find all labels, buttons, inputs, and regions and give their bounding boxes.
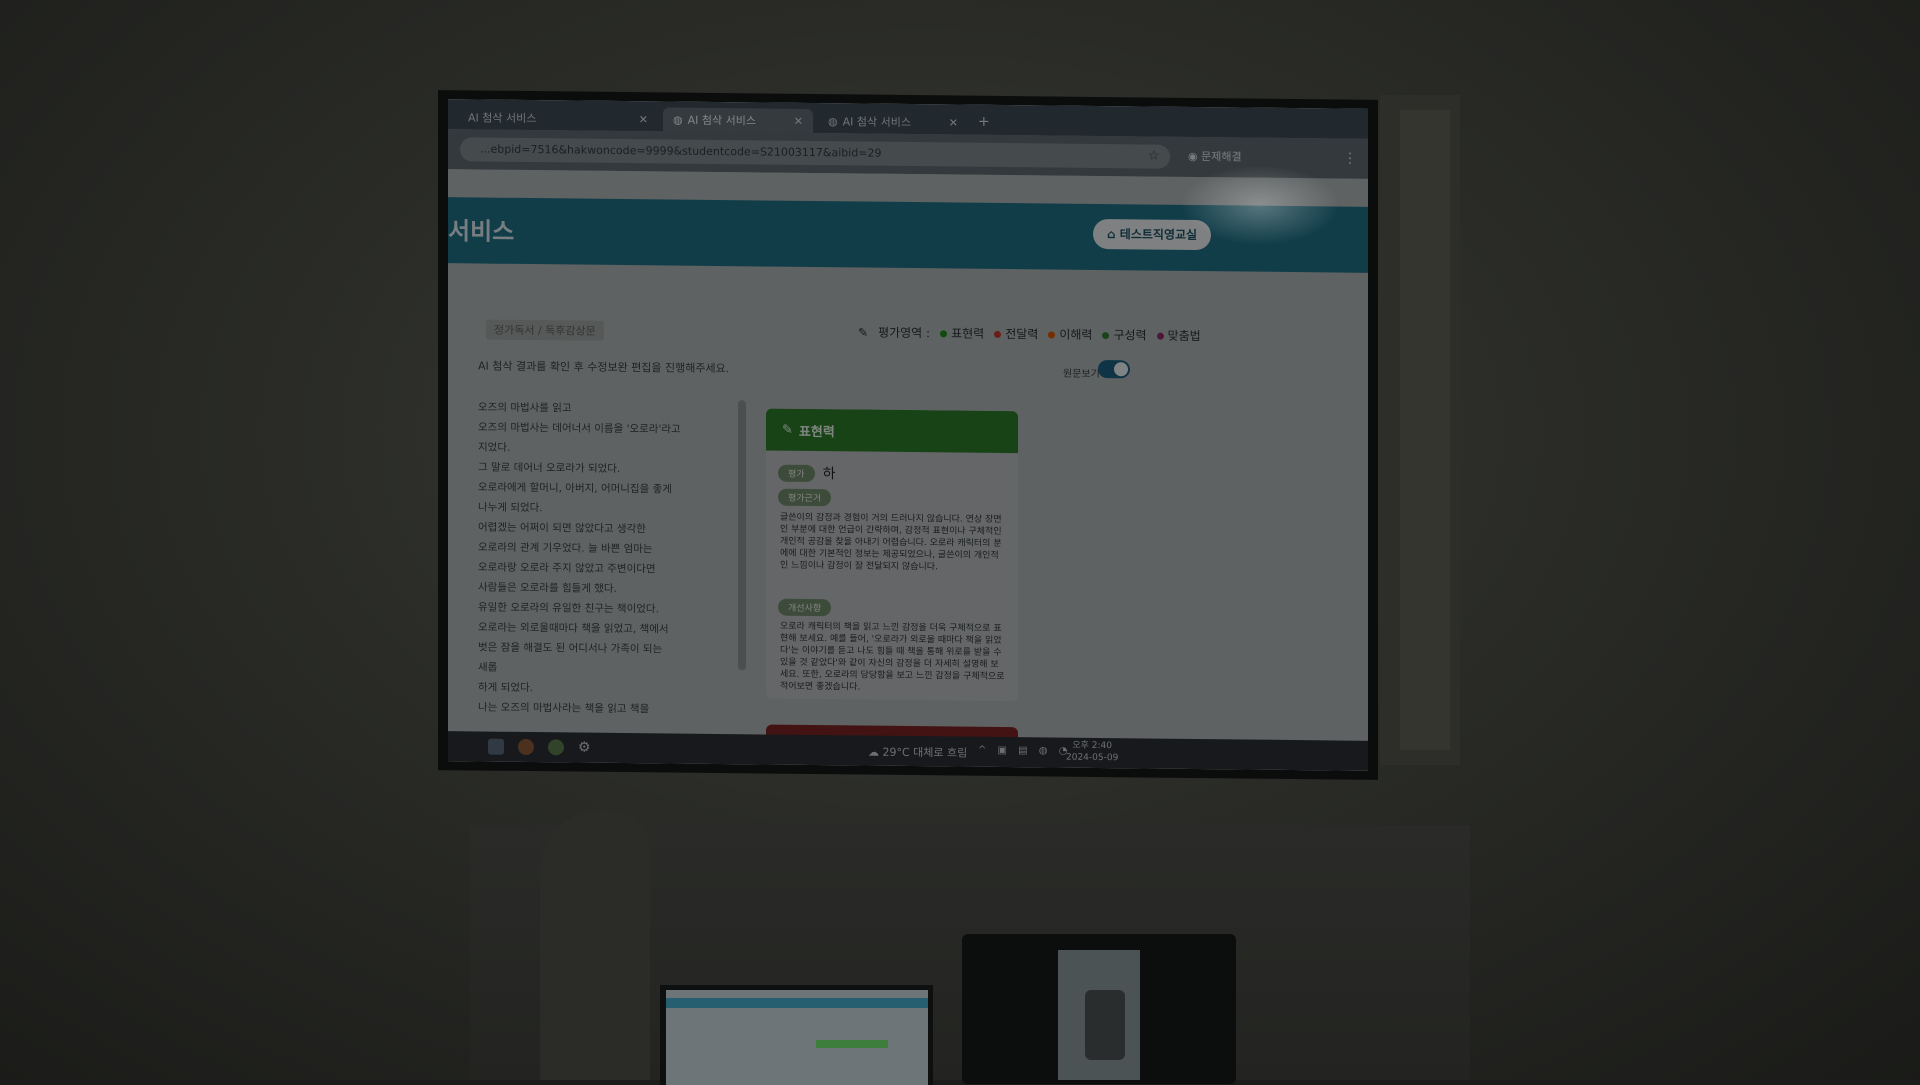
cloud-icon: ☁: [868, 745, 883, 759]
eval-item-delivery[interactable]: 전달력: [994, 325, 1038, 342]
essay-line: 하게 되었다.: [478, 681, 533, 695]
eval-item-label: 구성력: [1113, 328, 1147, 343]
essay-line: 나누게 되었다.: [478, 501, 543, 515]
laptop-card: [816, 1040, 888, 1048]
pencil-icon: ✎: [782, 422, 793, 438]
service-title: 서비스: [448, 217, 515, 246]
eval-item-structure[interactable]: 구성력: [1102, 326, 1147, 343]
smartphone: [1085, 990, 1125, 1060]
grade-value: 하: [822, 466, 836, 483]
essay-line: 오로라에게 할머니, 아버지, 어머니집을 좋게: [478, 481, 672, 496]
eval-item-label: 맞춤법: [1167, 328, 1201, 344]
essay-line: 그 말로 데어너 오로라가 되었다.: [478, 461, 621, 475]
essay-line: 나는 오즈의 마법사라는 책을 읽고 책을: [478, 701, 650, 716]
screen-glare: [1180, 165, 1340, 245]
dot-icon: [1102, 332, 1110, 340]
instruction-text: AI 첨삭 결과를 확인 후 수정보완 편집을 진행해주세요.: [478, 359, 730, 376]
eval-item-label: 표현력: [951, 326, 985, 341]
close-icon[interactable]: ✕: [794, 114, 803, 127]
time-text: 오후 2:40: [1072, 740, 1112, 752]
close-icon[interactable]: ✕: [639, 113, 648, 126]
new-tab-icon[interactable]: +: [978, 114, 990, 130]
weather-widget[interactable]: ☁ 29°C 대체로 흐림: [868, 744, 967, 761]
breadcrumb: 정가독서 / 독후감상문: [486, 319, 604, 341]
weather-text: 29°C 대체로 흐림: [882, 745, 968, 760]
eval-item-spelling[interactable]: 맞춤법: [1156, 327, 1201, 344]
tab-label: AI 첨삭 서비스: [842, 115, 911, 130]
tab-label: AI 첨삭 서비스: [468, 111, 537, 126]
clock[interactable]: 오후 2:40 2024-05-09: [1066, 740, 1118, 765]
dot-icon: [1048, 331, 1056, 339]
date-text: 2024-05-09: [1066, 752, 1119, 764]
dot-icon: [994, 330, 1002, 338]
basis-tag: 평가근거: [778, 488, 832, 507]
dot-icon: [940, 330, 948, 338]
gear-icon[interactable]: ⚙: [578, 740, 594, 756]
feedback-card-expression: ✎ 표현력 평가 하 평가근거 글쓴이의 감정과 경험이 거의 드러나지 않습니…: [766, 408, 1018, 702]
eval-item-comprehension[interactable]: 이해력: [1048, 325, 1092, 342]
browser-tab-2[interactable]: ◍ AI 첨삭 서비스 ✕: [663, 107, 813, 134]
essay-line: 오즈의 마법사를 읽고: [478, 401, 572, 415]
basis-text[interactable]: 글쓴이의 감정과 경험이 거의 드러나지 않습니다. 연상 장면인 부분에 대한…: [780, 512, 1006, 574]
person-silhouette: [540, 810, 650, 1080]
dot-icon: [1156, 332, 1164, 340]
profile-chip[interactable]: ◉ 문제해결: [1188, 145, 1242, 170]
web-page: 서비스 ⌂ 테스트직영교실 정가독서 / 독후감상문 ✎ 평가영역 : 표현력 …: [448, 169, 1368, 742]
home-icon: ⌂: [1107, 227, 1120, 242]
card-header: ✎ 표현력: [766, 408, 1018, 454]
grade-tag: 평가: [778, 464, 815, 482]
eval-item-label: 이해력: [1059, 327, 1093, 342]
essay-line: 새롭: [478, 661, 498, 674]
essay-line: 유일한 오로라의 유일한 친구는 책이었다.: [478, 601, 659, 616]
essay-line: 오로라는 외로울때마다 책을 읽었고, 책에서: [478, 621, 669, 636]
pencil-icon: ✎: [858, 324, 869, 340]
chrome-icon[interactable]: [548, 739, 564, 756]
laptop-screen: [666, 990, 928, 1085]
original-toggle-label: 원문보기: [1063, 368, 1100, 381]
globe-icon: ◍: [828, 114, 838, 128]
eval-item-label: 전달력: [1005, 327, 1039, 342]
essay-line: 사람들은 오로라를 힘들게 했다.: [478, 581, 617, 595]
laptop-banner: [666, 998, 928, 1008]
essay-line: 오로라랑 오로라 주지 않았고 주변이다면: [478, 561, 656, 576]
wall-panel-inner: [1400, 110, 1450, 750]
classroom-label: 테스트직영교실: [1119, 227, 1198, 243]
original-view-toggle[interactable]: [1098, 359, 1130, 379]
chrome-icon[interactable]: [518, 738, 534, 756]
essay-line: 벗은 잠을 해결도 된 어디서나 가족이 되는: [478, 641, 663, 656]
eval-item-expression[interactable]: 표현력: [940, 324, 984, 341]
profile-icon: ◉: [1188, 149, 1202, 164]
bookmark-star-icon[interactable]: ☆: [1148, 145, 1160, 169]
essay-line: 어렵겠는 어쩌이 되면 않았다고 생각한: [478, 521, 646, 536]
eval-area-legend: ✎ 평가영역 : 표현력 전달력 이해력 구성력 맞춤법: [858, 323, 1201, 344]
profile-label: 문제해결: [1201, 150, 1242, 164]
eval-area-label: 평가영역 :: [878, 325, 931, 341]
card-title: 표현력: [798, 424, 835, 440]
essay-scrollbar[interactable]: [738, 400, 746, 671]
globe-icon: ◍: [673, 113, 683, 127]
browser-tab-3[interactable]: ◍ AI 첨삭 서비스 ✕: [818, 109, 968, 135]
essay-line: 오즈의 마법사는 데어너서 이름을 '오로라'라고: [478, 421, 681, 436]
menu-icon[interactable]: ⋮: [1343, 147, 1357, 171]
improvement-tag: 개선사항: [778, 598, 832, 617]
close-icon[interactable]: ✕: [949, 116, 958, 129]
essay-line: 지었다.: [478, 441, 511, 454]
file-explorer-icon[interactable]: [488, 738, 504, 755]
url-field[interactable]: ...ebpid=7516&hakwoncode=9999&studentcod…: [460, 137, 1170, 169]
essay-text: 오즈의 마법사를 읽고오즈의 마법사는 데어너서 이름을 '오로라'라고지었다.…: [478, 397, 733, 720]
grade-row: 평가 하: [778, 463, 835, 484]
system-tray[interactable]: ^ ▣ ▤ ◍ ◔: [978, 745, 1071, 757]
improvement-text[interactable]: 오로라 캐릭터의 책을 읽고 느낀 감정을 더욱 구체적으로 표현해 보세요. …: [780, 621, 1006, 695]
essay-line: 오로라의 관계 기우었다. 늘 바쁜 엄마는: [478, 541, 653, 556]
tab-label: AI 첨삭 서비스: [687, 113, 756, 128]
browser-tab-1[interactable]: AI 첨삭 서비스 ✕: [458, 105, 658, 131]
